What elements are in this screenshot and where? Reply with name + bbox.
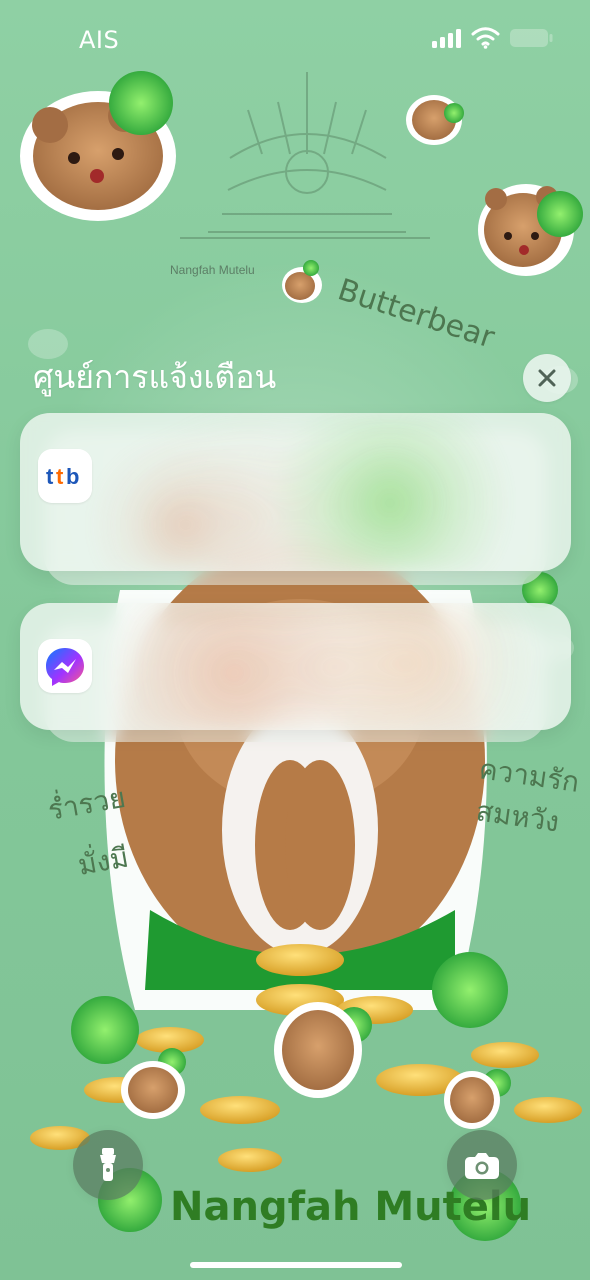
status-bar: AIS	[0, 0, 590, 72]
wallpaper-text-top: Nangfah Mutelu	[170, 263, 255, 277]
notification-card-ttb[interactable]: t t b	[20, 413, 571, 571]
sticker-bear-right	[478, 184, 583, 276]
svg-text:Nangfah Mutelu: Nangfah Mutelu	[170, 263, 255, 277]
svg-text:b: b	[66, 464, 79, 489]
sticker-bear-top-left	[20, 71, 176, 221]
flashlight-icon	[100, 1148, 116, 1181]
messenger-app-icon[interactable]	[38, 639, 92, 693]
notification-card-messenger[interactable]	[20, 603, 571, 730]
flashlight-button[interactable]	[73, 1130, 143, 1200]
sticker-bear-middle-small	[282, 260, 322, 303]
close-icon	[538, 369, 556, 387]
sak-yant-pattern	[180, 72, 430, 239]
ttb-app-icon[interactable]: t t b	[38, 449, 92, 503]
wallpaper-text-right: ความรัก สมหวัง	[474, 752, 581, 838]
camera-icon	[465, 1153, 499, 1179]
wifi-icon	[471, 27, 500, 49]
blurred-notification-content	[20, 603, 571, 730]
notification-stack: t t b	[20, 413, 571, 743]
svg-text:สมหวัง: สมหวัง	[474, 794, 561, 838]
battery-icon	[510, 29, 553, 47]
svg-text:Butterbear: Butterbear	[334, 272, 500, 356]
svg-text:ความรัก: ความรัก	[477, 752, 581, 799]
clear-notifications-button[interactable]	[523, 354, 571, 402]
sticker-bear-top-right-small	[406, 95, 464, 145]
svg-text:t: t	[46, 464, 54, 489]
wallpaper-text-butterbear: Butterbear	[334, 272, 500, 356]
ttb-logo-icon: t t b	[38, 449, 92, 503]
messenger-logo-icon	[38, 639, 92, 693]
home-indicator[interactable]	[190, 1262, 402, 1268]
svg-text:t: t	[56, 464, 64, 489]
carrier-label: AIS	[79, 26, 120, 54]
blurred-notification-content	[20, 413, 571, 571]
notification-center-title: ศูนย์การแจ้งเตือน	[33, 358, 277, 396]
camera-button[interactable]	[447, 1130, 517, 1200]
signal-icon	[432, 29, 461, 48]
